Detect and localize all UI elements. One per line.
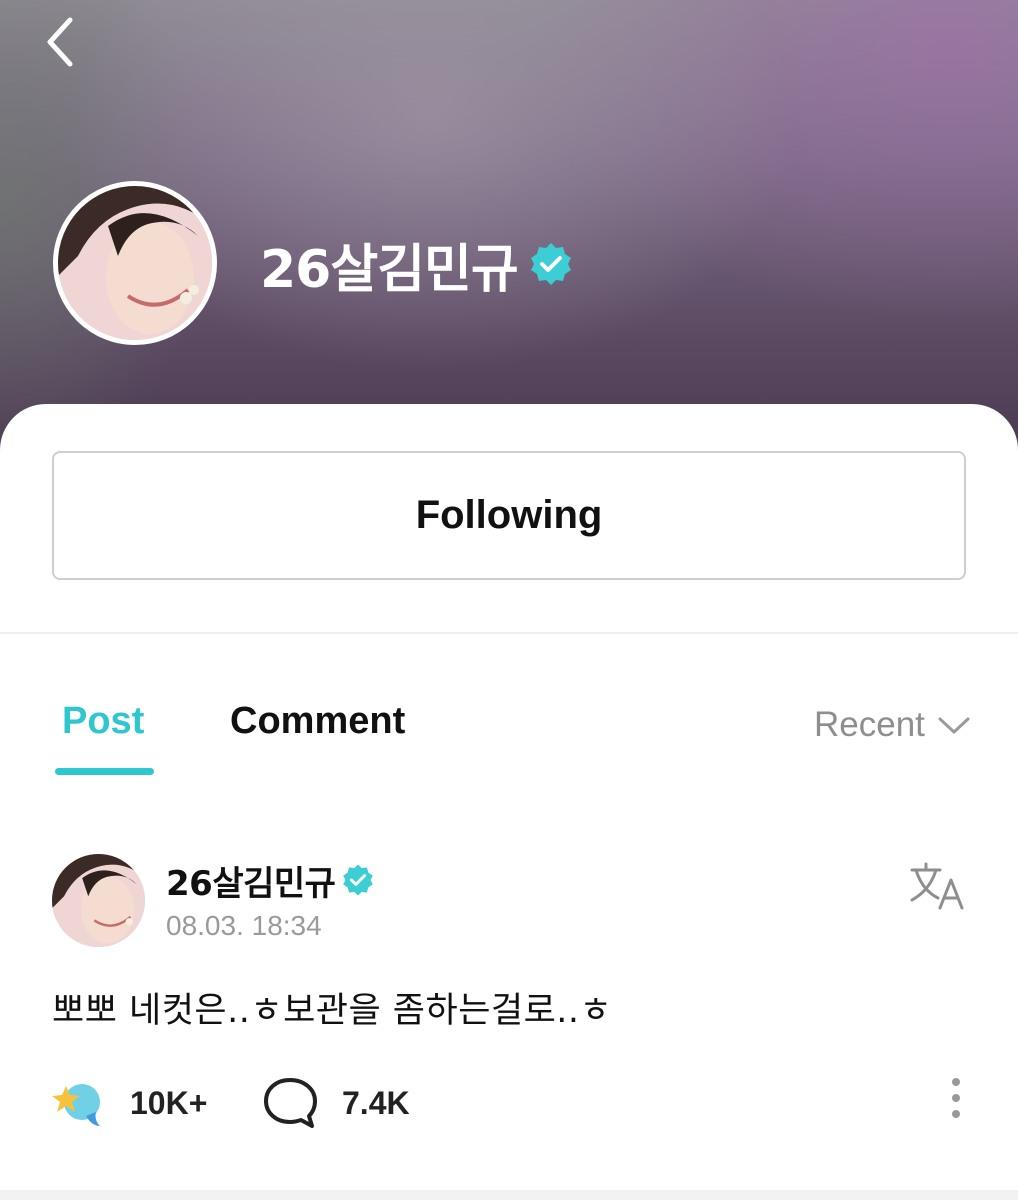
profile-header: 26살김민규	[0, 0, 1018, 450]
like-count: 10K+	[130, 1084, 208, 1121]
active-tab-indicator	[55, 768, 154, 775]
sort-dropdown[interactable]: Recent	[814, 700, 971, 750]
tab-comment[interactable]: Comment	[230, 700, 405, 752]
post-author-name: 26살김민규	[166, 863, 336, 904]
star-bubble-icon	[52, 1084, 100, 1126]
profile-avatar[interactable]	[53, 181, 217, 345]
more-options-button[interactable]	[940, 1074, 972, 1126]
comment-reaction[interactable]: 7.4K	[262, 1076, 410, 1130]
avatar-portrait-image	[52, 854, 145, 947]
chevron-down-icon	[938, 717, 970, 734]
post-text: 뽀뽀 네컷은..ㅎ보관을 좀하는걸로..ㅎ	[52, 991, 613, 1031]
sort-label: Recent	[814, 705, 925, 744]
post-timestamp: 08.03. 18:34	[166, 910, 322, 941]
back-button[interactable]	[38, 14, 82, 70]
avatar-portrait-image	[58, 186, 212, 340]
verified-badge-icon	[343, 864, 374, 896]
speech-bubble-icon	[264, 1078, 317, 1128]
tab-post[interactable]: Post	[62, 700, 144, 752]
following-button[interactable]: Following	[52, 451, 966, 580]
post-author-avatar[interactable]	[52, 854, 145, 947]
translate-icon	[910, 862, 964, 910]
comment-count: 7.4K	[342, 1084, 410, 1121]
back-arrow-icon	[47, 17, 73, 67]
profile-name: 26살김민규	[260, 228, 574, 300]
translate-button[interactable]	[908, 860, 968, 912]
like-reaction[interactable]: 10K+	[52, 1076, 207, 1130]
feed-separator	[0, 1190, 1018, 1200]
verified-badge-icon	[530, 243, 571, 285]
profile-name-text: 26살김민규	[260, 239, 519, 300]
more-vertical-icon	[952, 1078, 960, 1118]
section-divider	[0, 632, 1018, 634]
post-author[interactable]: 26살김민규	[166, 856, 375, 904]
